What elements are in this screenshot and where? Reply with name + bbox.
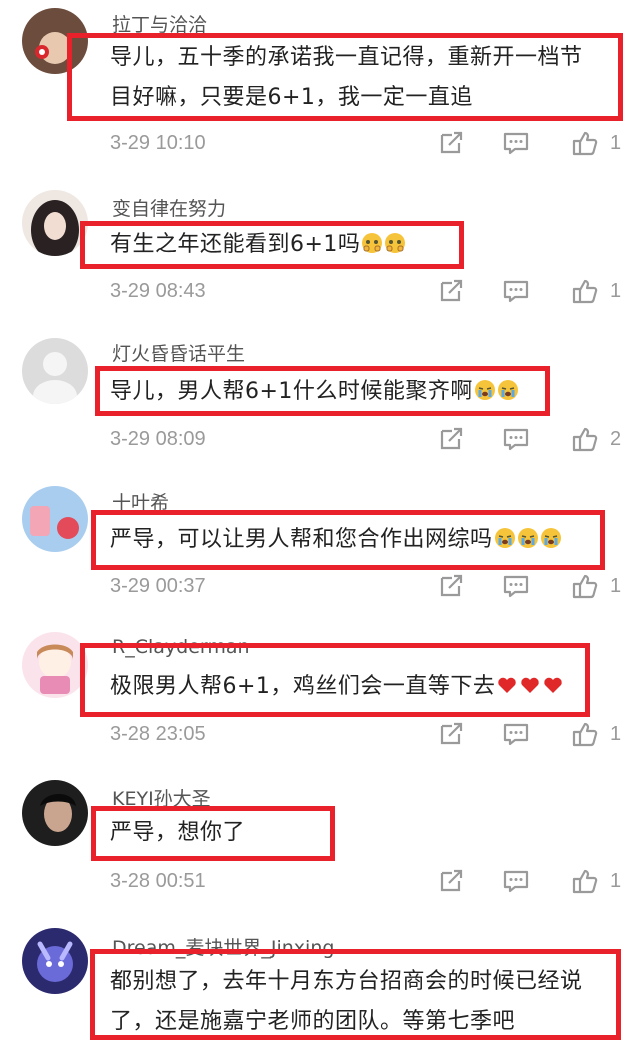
like-count: 1 [610,132,622,154]
comment-meta: 3-28 23:05 1 [110,719,630,753]
timestamp: 3-29 08:43 [110,280,206,302]
avatar[interactable] [22,780,88,846]
share-icon[interactable] [436,128,466,158]
username[interactable]: 灯火昏昏话平生 [112,339,245,366]
comment-line: 了，还是施嘉宁老师的团队。等第七季吧 [110,1009,516,1034]
timestamp: 3-29 10:10 [110,132,206,154]
thumbs-up-icon[interactable] [570,866,600,896]
like-count: 1 [610,280,622,302]
comment-line: 都别想了，去年十月东方台招商会的时候已经说 [110,969,583,994]
comment-text: 导儿，男人帮6+1什么时候能聚齐啊 [110,372,519,412]
thumbs-up-icon[interactable] [570,719,600,749]
comment-line: 导儿，男人帮6+1什么时候能聚齐啊 [110,379,473,404]
avatar[interactable] [22,928,88,994]
heart-icon [519,674,541,696]
shy-face-icon [384,232,406,254]
thumbs-up-icon[interactable] [570,571,600,601]
comment-meta: 3-29 08:09 2 [110,424,630,458]
crying-face-icon [540,527,562,549]
shy-face-icon [361,232,383,254]
share-icon[interactable] [436,571,466,601]
heart-icon [542,674,564,696]
timestamp: 3-29 08:09 [110,428,206,450]
comment-line: 有生之年还能看到6+1吗 [110,232,361,257]
comment-meta: 3-29 10:10 1 [110,128,630,162]
reply-icon[interactable] [501,866,531,896]
comment-line: 严导，可以让男人帮和您合作出网综吗 [110,527,493,552]
timestamp: 3-28 23:05 [110,723,206,745]
crying-face-icon [474,379,496,401]
like-count: 1 [610,723,622,745]
reply-icon[interactable] [501,571,531,601]
timestamp: 3-28 00:51 [110,870,206,892]
avatar[interactable] [22,338,88,404]
comment-line: 目好嘛，只要是6+1，我一定一直追 [110,85,473,110]
timestamp: 3-29 00:37 [110,575,206,597]
username[interactable]: 变自律在努力 [112,194,226,221]
thumbs-up-icon[interactable] [570,276,600,306]
comment-text: 导儿，五十季的承诺我一直记得，重新开一档节 目好嘛，只要是6+1，我一定一直追 [110,38,583,118]
comment-meta: 3-29 08:43 1 [110,276,630,310]
share-icon[interactable] [436,424,466,454]
avatar[interactable] [22,632,88,698]
like-count: 2 [610,428,622,450]
avatar[interactable] [22,190,88,256]
comment-text: 有生之年还能看到6+1吗 [110,225,406,265]
heart-icon [496,674,518,696]
reply-icon[interactable] [501,276,531,306]
crying-face-icon [494,527,516,549]
comment-text: 严导，想你了 [110,813,245,853]
thumbs-up-icon[interactable] [570,424,600,454]
crying-face-icon [517,527,539,549]
share-icon[interactable] [436,719,466,749]
comment-line: 严导，想你了 [110,820,246,845]
comment-text: 严导，可以让男人帮和您合作出网综吗 [110,520,562,560]
thumbs-up-icon[interactable] [570,128,600,158]
share-icon[interactable] [436,276,466,306]
comment-line: 极限男人帮6+1，鸡丝们会一直等下去 [110,674,496,699]
like-count: 1 [610,870,622,892]
reply-icon[interactable] [501,719,531,749]
avatar[interactable] [22,486,88,552]
like-count: 1 [610,575,622,597]
comment-text: 极限男人帮6+1，鸡丝们会一直等下去 [110,667,564,707]
comment-text: 都别想了，去年十月东方台招商会的时候已经说 了，还是施嘉宁老师的团队。等第七季吧 [110,962,583,1042]
reply-icon[interactable] [501,128,531,158]
comment-meta: 3-28 00:51 1 [110,866,630,900]
reply-icon[interactable] [501,424,531,454]
crying-face-icon [497,379,519,401]
share-icon[interactable] [436,866,466,896]
comment-line: 导儿，五十季的承诺我一直记得，重新开一档节 [110,45,583,70]
comment-meta: 3-29 00:37 1 [110,571,630,605]
